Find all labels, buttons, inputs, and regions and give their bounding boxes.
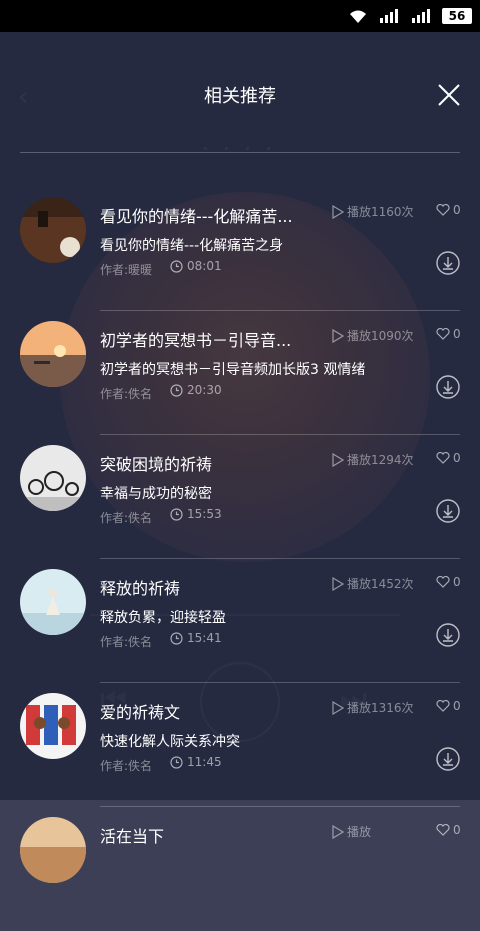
item-plays: 播放 bbox=[332, 823, 371, 840]
list-item[interactable]: 突破困境的祈祷 幸福与成功的秘密 作者:佚名 15:53 播放1294次 0 bbox=[0, 435, 480, 559]
download-icon[interactable] bbox=[436, 623, 460, 647]
item-duration: 20:30 bbox=[170, 383, 222, 397]
item-subtitle: 初学者的冥想书－引导音频加长版3 观情绪 bbox=[100, 362, 366, 378]
download-icon[interactable] bbox=[436, 375, 460, 399]
item-plays: 播放1090次 bbox=[332, 327, 414, 344]
wifi-icon bbox=[348, 8, 368, 24]
plays-text: 播放1316次 bbox=[347, 701, 414, 715]
item-author: 作者:佚名 bbox=[100, 759, 153, 773]
item-duration: 08:01 bbox=[170, 259, 222, 273]
item-plays: 播放1316次 bbox=[332, 699, 414, 716]
item-subtitle: 幸福与成功的秘密 bbox=[100, 486, 212, 502]
item-likes[interactable]: 0 bbox=[436, 575, 461, 589]
item-likes[interactable]: 0 bbox=[436, 203, 461, 217]
play-count-icon bbox=[332, 576, 344, 591]
heart-icon bbox=[436, 204, 450, 216]
item-author: 作者:暖暖 bbox=[100, 263, 153, 277]
duration-text: 08:01 bbox=[187, 259, 222, 273]
item-likes[interactable]: 0 bbox=[436, 699, 461, 713]
page-title: 相关推荐 bbox=[204, 86, 276, 107]
header-divider bbox=[20, 152, 460, 153]
item-likes[interactable]: 0 bbox=[436, 451, 461, 465]
list-item[interactable]: 爱的祈祷文 快速化解人际关系冲突 作者:佚名 11:45 播放1316次 0 bbox=[0, 683, 480, 807]
thumbnail bbox=[20, 817, 86, 883]
likes-text: 0 bbox=[453, 203, 461, 217]
likes-text: 0 bbox=[453, 575, 461, 589]
heart-icon bbox=[436, 452, 450, 464]
thumbnail bbox=[20, 445, 86, 511]
download-icon[interactable] bbox=[436, 251, 460, 275]
duration-text: 11:45 bbox=[187, 755, 222, 769]
recommend-overlay: 相关推荐 看见你的情绪---化解痛苦... 看见你的情绪---化解痛苦之身 作者… bbox=[0, 32, 480, 883]
likes-text: 0 bbox=[453, 327, 461, 341]
play-count-icon bbox=[332, 328, 344, 343]
play-count-icon bbox=[332, 204, 344, 219]
clock-icon bbox=[170, 631, 183, 645]
item-title: 活在当下 bbox=[100, 827, 165, 846]
item-title: 看见你的情绪---化解痛苦... bbox=[100, 207, 293, 226]
status-bar: 56 bbox=[0, 0, 480, 32]
item-title: 爱的祈祷文 bbox=[100, 703, 181, 722]
play-count-icon bbox=[332, 700, 344, 715]
thumbnail bbox=[20, 569, 86, 635]
list-item[interactable]: 看见你的情绪---化解痛苦... 看见你的情绪---化解痛苦之身 作者:暖暖 0… bbox=[0, 187, 480, 311]
duration-text: 15:53 bbox=[187, 507, 222, 521]
list-item[interactable]: 初学者的冥想书－引导音... 初学者的冥想书－引导音频加长版3 观情绪 作者:佚… bbox=[0, 311, 480, 435]
download-icon[interactable] bbox=[436, 499, 460, 523]
plays-text: 播放1294次 bbox=[347, 453, 414, 467]
list-item[interactable]: 释放的祈祷 释放负累，迎接轻盈 作者:佚名 15:41 播放1452次 0 bbox=[0, 559, 480, 683]
heart-icon bbox=[436, 824, 450, 836]
item-subtitle: 看见你的情绪---化解痛苦之身 bbox=[100, 238, 284, 254]
download-icon[interactable] bbox=[436, 747, 460, 771]
duration-text: 20:30 bbox=[187, 383, 222, 397]
clock-icon bbox=[170, 259, 183, 273]
likes-text: 0 bbox=[453, 823, 461, 837]
item-duration: 15:53 bbox=[170, 507, 222, 521]
item-author: 作者:佚名 bbox=[100, 511, 153, 525]
plays-text: 播放1452次 bbox=[347, 577, 414, 591]
clock-icon bbox=[170, 755, 183, 769]
clock-icon bbox=[170, 507, 183, 521]
thumbnail bbox=[20, 321, 86, 387]
clock-icon bbox=[170, 383, 183, 397]
thumbnail bbox=[20, 693, 86, 759]
item-subtitle: 释放负累，迎接轻盈 bbox=[100, 610, 226, 626]
likes-text: 0 bbox=[453, 451, 461, 465]
recommend-list: 看见你的情绪---化解痛苦... 看见你的情绪---化解痛苦之身 作者:暖暖 0… bbox=[0, 187, 480, 931]
item-author: 作者:佚名 bbox=[100, 387, 153, 401]
battery-level: 56 bbox=[442, 8, 472, 24]
item-title: 释放的祈祷 bbox=[100, 579, 181, 598]
signal-icon bbox=[378, 9, 400, 23]
item-subtitle: 快速化解人际关系冲突 bbox=[100, 734, 240, 750]
item-author: 作者:佚名 bbox=[100, 635, 153, 649]
duration-text: 15:41 bbox=[187, 631, 222, 645]
item-duration: 11:45 bbox=[170, 755, 222, 769]
signal-icon-2 bbox=[410, 9, 432, 23]
item-likes[interactable]: 0 bbox=[436, 823, 461, 837]
list-item[interactable]: 活在当下 播放 0 bbox=[0, 807, 480, 931]
item-likes[interactable]: 0 bbox=[436, 327, 461, 341]
heart-icon bbox=[436, 700, 450, 712]
heart-icon bbox=[436, 576, 450, 588]
likes-text: 0 bbox=[453, 699, 461, 713]
plays-text: 播放1090次 bbox=[347, 329, 414, 343]
item-plays: 播放1452次 bbox=[332, 575, 414, 592]
item-duration: 15:41 bbox=[170, 631, 222, 645]
play-count-icon bbox=[332, 452, 344, 467]
item-title: 突破困境的祈祷 bbox=[100, 455, 213, 474]
item-title: 初学者的冥想书－引导音... bbox=[100, 331, 292, 350]
close-icon[interactable] bbox=[432, 78, 466, 112]
plays-text: 播放1160次 bbox=[347, 205, 414, 219]
play-count-icon bbox=[332, 824, 344, 839]
item-plays: 播放1160次 bbox=[332, 203, 414, 220]
plays-text: 播放 bbox=[347, 825, 372, 839]
heart-icon bbox=[436, 328, 450, 340]
thumbnail bbox=[20, 197, 86, 263]
item-plays: 播放1294次 bbox=[332, 451, 414, 468]
